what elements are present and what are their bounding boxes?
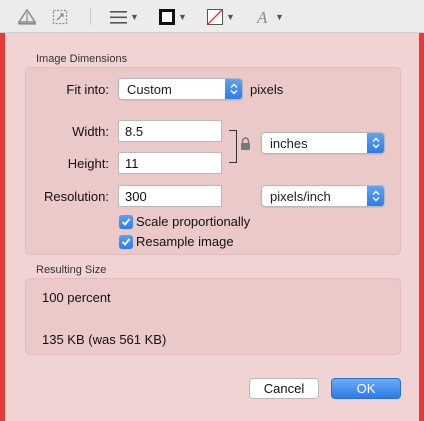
resolution-field[interactable] [118, 185, 222, 207]
resize-icon[interactable] [51, 6, 69, 28]
cancel-button[interactable]: Cancel [249, 378, 319, 399]
height-label: Height: [67, 156, 109, 171]
svg-text:A: A [256, 8, 268, 26]
shape-style-icon[interactable]: ▼ [110, 6, 139, 28]
fit-into-select[interactable]: Custom [118, 78, 243, 100]
size-unit-select[interactable]: inches [261, 132, 385, 154]
select-arrows-icon [367, 133, 384, 153]
fit-into-label: Fit into: [66, 82, 109, 97]
adjust-color-icon[interactable] [16, 6, 38, 28]
border-color-icon[interactable]: ▼ [159, 6, 187, 28]
checkmark-icon [121, 238, 131, 246]
resolution-unit-select[interactable]: pixels/inch [261, 185, 385, 207]
select-arrows-icon [225, 79, 242, 99]
toolbar-separator [90, 8, 91, 25]
toolbar: ▼ ▼ ▼ A ▼ [0, 0, 424, 33]
resolution-unit-value: pixels/inch [270, 188, 331, 204]
scale-proportionally-label[interactable]: Scale proportionally [136, 214, 250, 229]
chevron-down-icon: ▼ [226, 12, 235, 22]
width-label: Width: [72, 124, 109, 139]
lock-icon[interactable] [240, 137, 251, 154]
fit-into-value: Custom [127, 81, 172, 97]
height-field[interactable] [118, 152, 222, 174]
width-field[interactable] [118, 120, 222, 142]
chevron-down-icon: ▼ [275, 12, 284, 22]
image-dimensions-title: Image Dimensions [36, 53, 128, 65]
resolution-label: Resolution: [43, 189, 109, 204]
resulting-size-title: Resulting Size [36, 264, 107, 276]
chevron-down-icon: ▼ [130, 12, 139, 22]
select-arrows-icon [367, 186, 384, 206]
fit-into-unit: pixels [250, 82, 284, 97]
ok-button[interactable]: OK [331, 378, 401, 399]
text-style-icon[interactable]: A ▼ [256, 6, 284, 28]
result-file-size: 135 KB (was 561 KB) [42, 332, 167, 347]
fill-color-icon[interactable]: ▼ [207, 6, 235, 28]
resample-image-label[interactable]: Resample image [136, 234, 234, 249]
window-frame: Image Dimensions Fit into: Custom pixels… [0, 33, 424, 421]
checkmark-icon [121, 218, 131, 226]
adjust-size-sheet: Image Dimensions Fit into: Custom pixels… [5, 33, 419, 421]
proportion-bracket [229, 130, 237, 163]
chevron-down-icon: ▼ [178, 12, 187, 22]
size-unit-value: inches [270, 135, 308, 151]
scale-proportionally-checkbox[interactable] [119, 215, 133, 229]
resample-image-checkbox[interactable] [119, 235, 133, 249]
result-percent: 100 percent [42, 290, 111, 305]
